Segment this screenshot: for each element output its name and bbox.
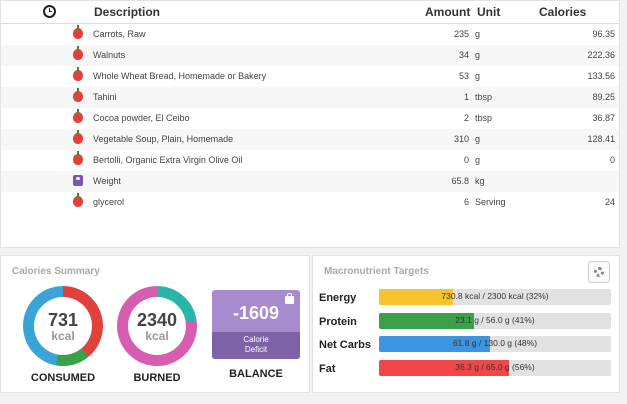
row-amount: 6 — [463, 197, 469, 207]
row-amount: 2 — [463, 113, 469, 123]
macro-progress-bar[interactable]: 36.3 g / 65.0 g (56%) — [379, 359, 611, 376]
row-calories: 0 — [609, 155, 615, 165]
row-description: Cocoa powder, El Ceibo — [93, 113, 190, 123]
apple-icon — [73, 67, 83, 81]
macro-row-energy: Energy 730.8 kcal / 2300 kcal (32%) — [319, 289, 611, 307]
macro-row-protein: Protein 23.1 g / 56.0 g (41%) — [319, 312, 611, 331]
settings-button[interactable] — [588, 261, 610, 283]
header-description[interactable]: Description — [94, 5, 160, 19]
burned-unit: kcal — [145, 329, 169, 343]
row-unit: Serving — [475, 197, 506, 207]
macro-progress-bar[interactable]: 730.8 kcal / 2300 kcal (32%) — [379, 289, 611, 305]
row-amount: 1 — [463, 92, 469, 102]
row-calories: 133.56 — [587, 71, 615, 81]
consumed-label: CONSUMED — [30, 372, 96, 384]
row-unit: kg — [475, 176, 485, 186]
macro-progress-text: 61.8 g / 130.0 g (48%) — [452, 338, 538, 348]
row-description: glycerol — [93, 197, 125, 207]
macro-progress-bar[interactable]: 61.8 g / 130.0 g (48%) — [379, 336, 611, 352]
apple-icon — [73, 88, 83, 102]
table-header: Description Amount Unit Calories — [1, 1, 619, 24]
macro-name: Energy — [319, 292, 357, 304]
calories-summary-panel: Calories Summary 731 kcal CONSUMED 2340 … — [0, 255, 310, 393]
row-unit: g — [475, 29, 481, 39]
macro-progress-text: 23.1 g / 56.0 g (41%) — [455, 314, 535, 325]
burned-label: BURNED — [133, 372, 181, 384]
table-row[interactable]: Tahini 1 tbsp 89.25 — [1, 87, 619, 108]
apple-icon — [73, 46, 83, 60]
row-unit: tbsp — [475, 113, 493, 123]
balance-label: BALANCE — [229, 368, 283, 380]
calorie-deficit-label: Calorie Deficit — [243, 335, 269, 354]
table-row[interactable]: Weight 65.8 kg — [1, 171, 619, 192]
table-row[interactable]: glycerol 6 Serving 24 — [1, 192, 619, 213]
row-amount: 0 — [463, 155, 469, 165]
header-unit[interactable]: Unit — [477, 5, 500, 19]
weight-icon — [73, 175, 83, 186]
table-row[interactable]: Whole Wheat Bread, Homemade or Bakery 53 g… — [1, 66, 619, 87]
apple-icon — [73, 130, 83, 144]
calories-summary-title: Calories Summary — [12, 266, 100, 277]
macro-row-net-carbs: Net Carbs 61.8 g / 130.0 g (48%) — [319, 336, 611, 354]
row-calories: 128.41 — [587, 134, 615, 144]
food-diary-table: Description Amount Unit Calories Carrots… — [0, 0, 620, 248]
header-amount[interactable]: Amount — [425, 5, 470, 19]
burned-ring[interactable]: 2340 kcal — [117, 286, 197, 366]
macro-name: Net Carbs — [319, 339, 371, 351]
macronutrient-targets-title: Macronutrient Targets — [324, 266, 429, 277]
macro-progress-bar[interactable]: 23.1 g / 56.0 g (41%) — [379, 312, 611, 329]
row-calories: 89.25 — [592, 92, 615, 102]
row-description: Tahini — [93, 92, 117, 102]
gear-icon — [594, 267, 604, 277]
row-description: Vegetable Soup, Plain, Homemade — [93, 134, 234, 144]
row-amount: 53 — [458, 71, 469, 81]
table-row[interactable]: Bertolli, Organic Extra Virgin Olive Oil… — [1, 150, 619, 171]
row-description: Bertolli, Organic Extra Virgin Olive Oil — [93, 155, 243, 165]
header-calories[interactable]: Calories — [539, 5, 586, 19]
row-description: Walnuts — [93, 50, 126, 60]
table-row[interactable]: Vegetable Soup, Plain, Homemade 310 g 128.4… — [1, 129, 619, 150]
row-description: Carrots, Raw — [93, 29, 146, 39]
row-description: Weight — [93, 176, 121, 186]
table-row[interactable]: Cocoa powder, El Ceibo 2 tbsp 36.87 — [1, 108, 619, 129]
macro-name: Fat — [319, 362, 336, 375]
apple-icon — [73, 25, 83, 39]
apple-icon — [73, 193, 83, 207]
clock-icon[interactable] — [43, 5, 56, 18]
row-unit: tbsp — [475, 92, 493, 102]
apple-icon — [73, 109, 83, 123]
row-description: Whole Wheat Bread, Homemade or Bakery — [93, 71, 267, 81]
row-amount: 235 — [453, 29, 469, 39]
row-calories: 96.35 — [592, 29, 615, 39]
row-calories: 36.87 — [592, 113, 615, 123]
balance-card[interactable]: -1609 Calorie Deficit — [212, 290, 300, 359]
consumed-ring[interactable]: 731 kcal — [23, 286, 103, 366]
macro-name: Protein — [319, 315, 357, 328]
macro-progress-text: 36.3 g / 65.0 g (56%) — [455, 361, 535, 372]
balance-value: -1609 — [232, 303, 280, 323]
macronutrient-targets-panel: Macronutrient Targets Energy 730.8 kcal /… — [312, 255, 620, 393]
row-calories: 222.36 — [587, 50, 615, 60]
consumed-unit: kcal — [51, 329, 75, 343]
row-unit: g — [475, 155, 481, 165]
row-amount: 310 — [453, 134, 469, 144]
row-calories: 24 — [604, 197, 615, 207]
row-unit: g — [475, 71, 481, 81]
apple-icon — [73, 151, 83, 165]
row-unit: g — [475, 134, 481, 144]
consumed-value: 731 — [47, 310, 79, 330]
row-amount: 65.8 — [451, 176, 469, 186]
table-body: Carrots, Raw 235 g 96.35 Walnuts 34 g 222.36 Who… — [1, 24, 619, 213]
table-row[interactable]: Walnuts 34 g 222.36 — [1, 45, 619, 66]
macro-progress-text: 730.8 kcal / 2300 kcal (32%) — [441, 291, 549, 301]
table-row[interactable]: Carrots, Raw 235 g 96.35 — [1, 24, 619, 45]
macro-row-fat: Fat 36.3 g / 65.0 g (56%) — [319, 359, 611, 378]
burned-value: 2340 — [136, 310, 178, 330]
row-amount: 34 — [458, 50, 469, 60]
row-unit: g — [475, 50, 481, 60]
